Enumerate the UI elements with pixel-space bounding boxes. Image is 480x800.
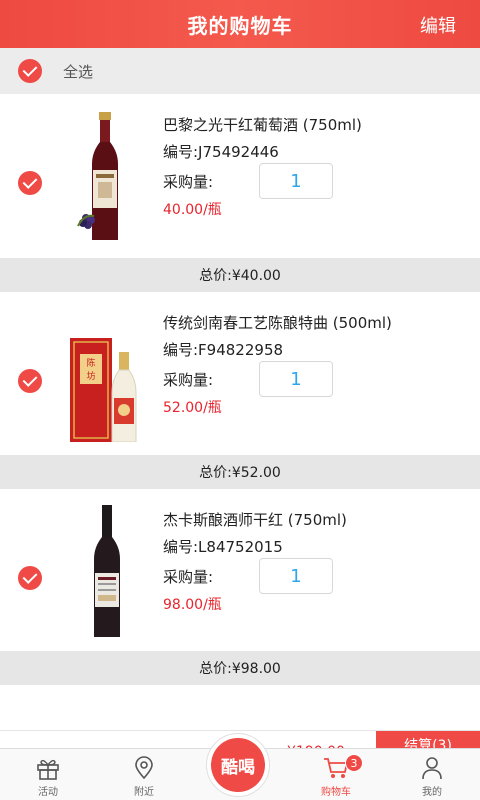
select-all-label: 全选 (63, 62, 94, 81)
quantity-input[interactable]: 1 (259, 558, 333, 594)
qty-label: 采购量: (163, 173, 214, 191)
location-pin-icon (135, 756, 153, 780)
item-code: 编号:F94822958 (163, 341, 284, 359)
person-icon (422, 757, 442, 780)
select-all-row[interactable]: 全选 (0, 48, 480, 94)
red-wine-bottle-dark-image (94, 505, 120, 637)
item-total-bar: 总价:¥40.00 (0, 258, 480, 292)
quantity-input[interactable]: 1 (259, 163, 333, 199)
item-name: 杰卡斯酿酒师干红 (750ml) (163, 511, 347, 529)
gift-icon (37, 759, 59, 780)
item-price: 98.00/瓶 (163, 597, 222, 613)
tab-activity[interactable]: 活动 (0, 749, 96, 800)
tab-label: 附近 (134, 787, 154, 798)
tab-mine[interactable]: 我的 (384, 749, 480, 800)
item-name: 传统剑南春工艺陈酿特曲 (500ml) (163, 314, 392, 332)
select-all-checkbox[interactable] (18, 59, 42, 83)
tab-label: 我的 (422, 787, 442, 798)
baijiu-box-and-bottle-image: 陈 坊 (70, 338, 137, 442)
edit-button[interactable]: 编辑 (420, 12, 456, 38)
item-code: 编号:L84752015 (163, 538, 283, 556)
cart-item: 陈 坊 传统剑南春工艺陈酿特曲 (500ml) 编号:F94822958 采购量… (0, 292, 480, 456)
qty-label: 采购量: (163, 371, 214, 389)
item-total-bar: 总价:¥52.00 (0, 455, 480, 489)
center-logo-button[interactable]: 酷喝 (206, 733, 270, 797)
item-price: 40.00/瓶 (163, 202, 222, 218)
tab-cart[interactable]: 购物车 (288, 749, 384, 800)
item-name: 巴黎之光干红葡萄酒 (750ml) (163, 116, 362, 134)
item-checkbox[interactable] (18, 369, 42, 393)
cart-item: 巴黎之光干红葡萄酒 (750ml) 编号:J75492446 采购量: 1 40… (0, 94, 480, 258)
item-code: 编号:J75492446 (163, 143, 279, 161)
item-total-bar: 总价:¥98.00 (0, 651, 480, 685)
item-checkbox[interactable] (18, 566, 42, 590)
svg-text:陈: 陈 (86, 357, 95, 369)
item-checkbox[interactable] (18, 171, 42, 195)
svg-text:坊: 坊 (86, 370, 95, 382)
center-logo-text: 酷喝 (211, 738, 265, 792)
quantity-input[interactable]: 1 (259, 361, 333, 397)
tab-nearby[interactable]: 附近 (96, 749, 192, 800)
cart-item: 杰卡斯酿酒师干红 (750ml) 编号:L84752015 采购量: 1 98.… (0, 489, 480, 653)
page-title: 我的购物车 (187, 13, 293, 38)
header-bar: 我的购物车 编辑 (0, 0, 480, 48)
qty-label: 采购量: (163, 568, 214, 586)
tab-label: 活动 (38, 787, 58, 798)
cart-badge: 3 (345, 754, 363, 772)
tab-label: 购物车 (321, 787, 351, 798)
item-price: 52.00/瓶 (163, 400, 222, 416)
red-wine-bottle-image (77, 112, 118, 240)
